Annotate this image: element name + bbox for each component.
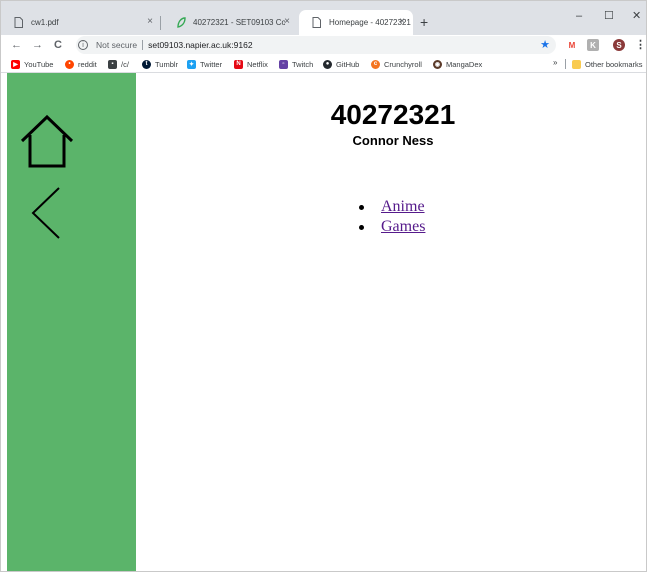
bookmark-youtube[interactable]: ▶ YouTube: [11, 58, 53, 70]
page-title: 40272321: [330, 99, 456, 130]
page-viewport: 40272321 Connor Ness Anime Games: [1, 73, 646, 571]
bookmark-twitch[interactable]: ▫ Twitch: [279, 58, 313, 70]
tab-strip: cw1.pdf × 40272321 - SET09103 Coursewor …: [1, 1, 646, 35]
browser-toolbar: ← → C i Not secure set09103.napier.ac.uk…: [1, 35, 646, 56]
gmail-extension-icon[interactable]: M: [566, 39, 578, 51]
tab-cw1-pdf[interactable]: cw1.pdf ×: [1, 10, 161, 35]
bookmark-label: Tumblr: [155, 59, 179, 69]
page-subtitle: Connor Ness: [352, 133, 434, 148]
tab-coursework[interactable]: 40272321 - SET09103 Coursewor ×: [163, 10, 298, 35]
bookmark-label: MangaDex: [446, 59, 483, 69]
bookmark-other[interactable]: Other bookmarks: [572, 58, 643, 70]
anime-link[interactable]: Anime: [381, 198, 425, 215]
forward-button[interactable]: →: [32, 37, 43, 53]
bookmarks-overflow-button[interactable]: »: [553, 58, 557, 67]
bookmark-reddit[interactable]: • reddit: [65, 58, 97, 70]
bookmark-label: Netflix: [247, 59, 268, 69]
info-icon[interactable]: i: [78, 40, 88, 50]
bookmark-tumblr[interactable]: t Tumblr: [142, 58, 178, 70]
reload-button[interactable]: C: [54, 37, 62, 53]
bookmark-c[interactable]: ▪ /c/: [108, 58, 129, 70]
youtube-icon: ▶: [11, 59, 20, 69]
bookmark-mangadex[interactable]: ◉ MangaDex: [433, 58, 482, 70]
url-text[interactable]: set09103.napier.ac.uk:9162: [148, 40, 252, 50]
list-item: Games: [359, 217, 425, 237]
back-arrow-icon[interactable]: [29, 185, 69, 241]
nav-list: Anime Games: [359, 197, 425, 237]
bookmark-label: /c/: [121, 59, 129, 69]
bookmark-github[interactable]: ● GitHub: [323, 58, 359, 70]
address-separator: [142, 40, 144, 50]
bookmark-label: Twitch: [292, 59, 314, 69]
games-link[interactable]: Games: [381, 218, 425, 235]
tab-title: cw1.pdf: [31, 18, 59, 27]
security-label: Not secure: [96, 40, 138, 50]
back-button[interactable]: ←: [11, 37, 22, 53]
github-icon: ●: [323, 59, 332, 69]
menu-icon[interactable]: ⋮: [635, 37, 646, 53]
close-tab-icon[interactable]: ×: [147, 16, 153, 28]
reddit-icon: •: [65, 59, 74, 69]
bookmark-twitter[interactable]: ✦ Twitter: [187, 58, 222, 70]
bookmark-label: YouTube: [24, 59, 54, 69]
extension-k-icon[interactable]: K: [587, 39, 599, 51]
close-tab-icon[interactable]: ×: [284, 16, 290, 28]
close-tab-icon[interactable]: ×: [399, 16, 405, 28]
tumblr-icon: t: [142, 59, 151, 69]
bookmark-label: GitHub: [336, 59, 360, 69]
grid-icon: ▪: [108, 59, 117, 69]
bookmark-label: reddit: [78, 59, 97, 69]
browser-window: cw1.pdf × 40272321 - SET09103 Coursewor …: [0, 0, 647, 572]
new-tab-button[interactable]: +: [420, 15, 428, 29]
document-icon: [13, 17, 24, 28]
leaf-icon: [175, 17, 186, 28]
twitch-icon: ▫: [279, 59, 288, 69]
bookmark-star-icon[interactable]: ★: [540, 38, 550, 52]
crunchyroll-icon: c: [371, 59, 380, 69]
tab-title: 40272321 - SET09103 Coursewor: [193, 18, 285, 27]
bookmarks-bar: ▶ YouTube • reddit ▪ /c/ t Tumblr ✦ Twit…: [1, 56, 646, 73]
minimize-button[interactable]: –: [576, 9, 582, 23]
list-item: Anime: [359, 197, 425, 217]
profile-avatar-icon[interactable]: S: [613, 39, 625, 51]
maximize-button[interactable]: ☐: [604, 9, 614, 23]
bookmark-label: Twitter: [200, 59, 223, 69]
bookmark-label: Crunchyroll: [384, 59, 422, 69]
bookmark-crunchyroll[interactable]: c Crunchyroll: [371, 58, 422, 70]
bookmarks-divider: [565, 59, 566, 69]
close-window-button[interactable]: ✕: [632, 9, 641, 23]
twitter-icon: ✦: [187, 59, 196, 69]
netflix-icon: N: [234, 59, 243, 69]
tab-homepage[interactable]: Homepage - 40272321 ×: [299, 10, 413, 35]
tab-separator: [160, 16, 161, 30]
address-bar[interactable]: i Not secure set09103.napier.ac.uk:9162 …: [76, 36, 556, 54]
bookmark-label: Other bookmarks: [585, 59, 643, 69]
document-icon: [311, 17, 322, 28]
folder-icon: [572, 59, 581, 69]
bookmark-netflix[interactable]: N Netflix: [234, 58, 268, 70]
mangadex-icon: ◉: [433, 59, 442, 69]
